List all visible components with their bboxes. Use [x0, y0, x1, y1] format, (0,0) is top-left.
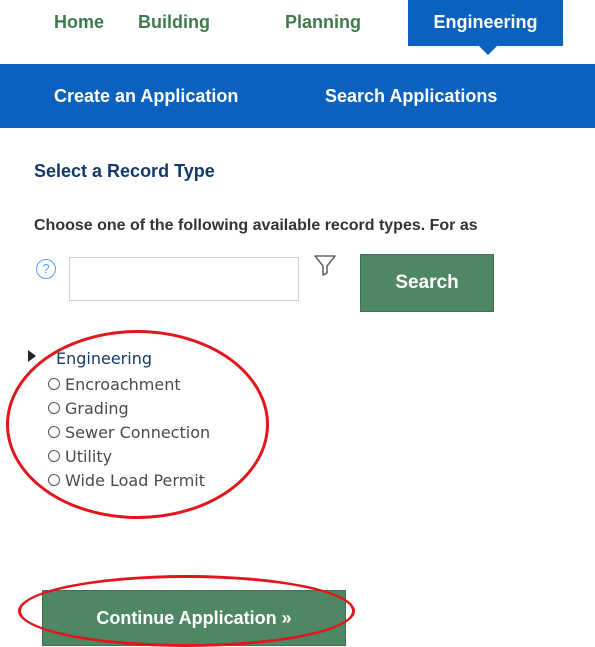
main-tabs: Home Building Planning Engineering — [0, 0, 595, 56]
expand-arrow-icon[interactable] — [28, 350, 36, 362]
option-encroachment[interactable]: Encroachment — [48, 372, 210, 396]
option-label: Wide Load Permit — [65, 470, 205, 490]
option-sewer-connection[interactable]: Sewer Connection — [48, 420, 210, 444]
option-label: Encroachment — [65, 374, 181, 394]
option-label: Utility — [65, 446, 113, 466]
search-applications-link[interactable]: Search Applications — [325, 64, 497, 128]
option-utility[interactable]: Utility — [48, 444, 210, 468]
create-application-link[interactable]: Create an Application — [54, 64, 238, 128]
option-label: Grading — [65, 398, 129, 418]
active-tab-indicator — [478, 45, 498, 55]
tab-home[interactable]: Home — [54, 0, 104, 56]
instructions-text: Choose one of the following available re… — [34, 217, 478, 234]
tab-engineering[interactable]: Engineering — [408, 0, 563, 46]
tab-planning[interactable]: Planning — [285, 0, 361, 56]
radio-button[interactable] — [48, 402, 60, 414]
search-button[interactable]: Search — [360, 254, 494, 312]
radio-button[interactable] — [48, 450, 60, 462]
option-label: Sewer Connection — [65, 422, 211, 442]
filter-icon[interactable] — [313, 253, 337, 277]
category-engineering[interactable]: Engineering — [56, 349, 152, 368]
radio-button[interactable] — [48, 426, 60, 438]
help-icon[interactable]: ? — [36, 259, 56, 279]
radio-button[interactable] — [48, 378, 60, 390]
page-title: Select a Record Type — [34, 161, 215, 181]
subnav-bar: Create an Application Search Application… — [0, 64, 595, 128]
radio-button[interactable] — [48, 474, 60, 486]
continue-application-button[interactable]: Continue Application » — [42, 590, 346, 646]
option-grading[interactable]: Grading — [48, 396, 210, 420]
option-wide-load-permit[interactable]: Wide Load Permit — [48, 468, 210, 492]
search-input[interactable] — [69, 257, 299, 301]
record-type-options: Encroachment Grading Sewer Connection Ut… — [48, 372, 210, 492]
tab-building[interactable]: Building — [138, 0, 210, 56]
